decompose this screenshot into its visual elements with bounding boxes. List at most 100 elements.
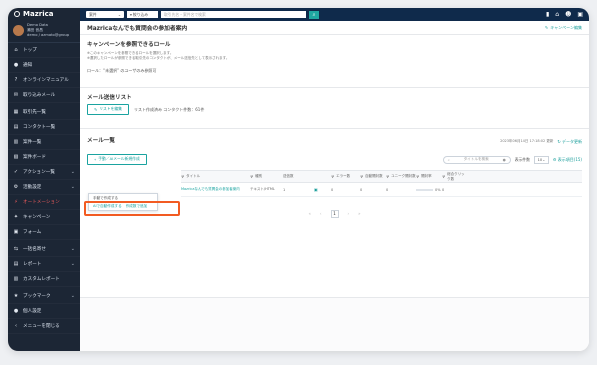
open-rate-bar [416,188,433,191]
sidebar-item-top[interactable]: ⌂ トップ [8,43,80,58]
back-icon: ‹ [15,323,17,329]
per-page-select[interactable]: 10 ⌄ [533,155,549,164]
sidebar-item-custom-report[interactable]: ▥ カスタムレポート [8,272,80,287]
error-count: 0 [331,187,334,192]
send-list-heading: メール送信リスト [87,95,132,101]
avatar [13,25,24,36]
table-row[interactable]: Mazricaなんでも質問会の参加者案内 テキスト/HTML 1 ▣ 0 0 0… [181,183,582,197]
chevron-down-icon: ⌄ [542,157,546,162]
sidebar-item-automation[interactable]: ⚡ オートメーション [8,195,80,210]
sidebar-item-contacts[interactable]: ▤ コンタクト一覧 [8,120,80,135]
scope-select[interactable]: 案件 ⌄ [86,11,124,18]
list-icon: ▥ [13,139,19,145]
edit-campaign-link[interactable]: ✎ キャンペーン編集 [545,25,582,31]
chevron-down-icon: ⌄ [117,12,121,17]
sidebar-item-actions[interactable]: ✓ アクション一覧 ⌄ [8,165,80,180]
merge-icon: ⇆ [13,246,19,252]
search-icon: ⌕ [312,11,316,18]
list-status: リスト作成済み コンタクト件数：61件 [133,106,205,112]
mail-list-heading: メール一覧 [87,138,115,144]
per-page-label: 表示件数 [514,156,530,162]
filter-icon: ⧩ [250,174,254,179]
sidebar: Mazrica Demo Data 瀬田 音昌 demo / azmato@grou… [8,8,80,351]
filter-icon: ⧩ [442,174,446,179]
next-page-button[interactable]: › [348,211,350,216]
main-content: 案件 ⌄ ▾ 絞り込み 取引先名・案件名で検索 ⌕ ▮ ⌂ ☻ ▣ Mazricaなんでも… [80,8,589,351]
person-icon: ● [13,308,19,314]
home-icon: ⌂ [14,47,18,53]
create-mail-button[interactable]: + 手動／AIメール新規作成 [87,154,147,165]
roles-heading: キャンペーンを参照できるロール [87,42,171,48]
contact-icon: ▤ [13,124,19,130]
sidebar-item-activity[interactable]: ⚙ 活動設定 ⌄ [8,180,80,195]
sidebar-item-deals[interactable]: ▥ 案件一覧 [8,135,80,150]
roles-card: キャンペーンを参照できるロール ※このキャンペーンを参照できるロールを選択します… [80,35,589,88]
sidebar-item-form[interactable]: ▣ フォーム [8,225,80,240]
open-rate: 0% [416,188,442,192]
refresh-icon: ↻ [557,138,561,144]
mail-type: テキスト/HTML [250,187,275,191]
board-icon: ▧ [13,154,19,160]
user-profile[interactable]: Demo Data 瀬田 音昌 demo / azmato@group [8,20,80,43]
chart-icon[interactable]: ▮ [546,11,549,18]
form-icon: ▣ [13,229,19,235]
top-bar: 案件 ⌄ ▾ 絞り込み 取引先名・案件名で検索 ⌕ ▮ ⌂ ☻ ▣ [80,8,589,21]
sidebar-item-close-menu[interactable]: ‹ メニューを閉じる [8,319,80,334]
chevron-down-icon: ⌄ [70,246,75,252]
send-list-card: メール送信リスト ✎ リストを編集 リスト作成済み コンタクト件数：61件 [80,88,589,129]
sidebar-item-bookmark[interactable]: ★ ブックマーク ⌄ [8,289,80,304]
header-open-rate: ⧩ 開封率 [416,174,432,179]
sidebar-item-report[interactable]: ▤ レポート ⌄ [8,257,80,272]
pencil-icon: ✎ [94,108,98,112]
sidebar-item-mail[interactable]: ✉ 取り込みメール [8,88,80,103]
updated-timestamp: 2023年06月14日 17:18:02 更新 [500,139,554,143]
filter-icon: ⧩ [331,174,335,179]
filter-icon: ⧩ [386,174,390,179]
star-icon: ★ [13,293,19,299]
calendar-icon[interactable]: ▣ [577,11,583,18]
click-count: 0 [442,187,445,192]
logo[interactable]: Mazrica [8,8,80,20]
pencil-icon: ✎ [544,25,549,30]
header-title: ⧩ タイトル [181,174,201,179]
page-title: Mazricaなんでも質問会の参加者案内 [87,26,188,32]
page-header: Mazricaなんでも質問会の参加者案内 ✎ キャンペーン編集 [80,21,589,35]
sidebar-item-notification[interactable]: ● 通知 [8,58,80,73]
help-icon: ? [14,77,18,83]
filter-icon: ⧩ [181,174,185,179]
logo-text: Mazrica [23,10,54,18]
column-settings-link[interactable]: ⚙ 表示項目(15) [553,157,582,163]
header-clicks: ⧩ 総合クリック数 [442,171,465,181]
clear-icon: ● [502,157,506,162]
refresh-button[interactable]: ↻ データ更新 [557,139,582,145]
search-button[interactable]: ⌕ [309,10,319,19]
sidebar-item-board[interactable]: ▧ 案件ボード [8,150,80,165]
sent-detail-icon[interactable]: ▣ [314,187,331,192]
first-page-button[interactable]: « [308,211,310,216]
mail-icon: ✉ [13,92,19,98]
check-icon: ✓ [13,169,19,175]
home-icon[interactable]: ⌂ [555,11,559,18]
highlight-box [84,201,180,216]
mail-search-input[interactable]: ⌕ タイトルを検索 ● [442,155,511,164]
user-icon[interactable]: ☻ [565,11,571,18]
edit-list-button[interactable]: ✎ リストを編集 [87,104,129,115]
search-icon: ⌕ [447,157,450,162]
sidebar-item-accounts[interactable]: ▦ 取引先一覧 [8,105,80,120]
app-window: Mazrica Demo Data 瀬田 音昌 demo / azmato@grou… [8,8,589,351]
last-page-button[interactable]: » [358,211,360,216]
current-page[interactable]: 1 [330,209,339,218]
top-icons: ▮ ⌂ ☻ ▣ [546,11,583,18]
global-search-input[interactable]: 取引先名・案件名で検索 [161,11,306,18]
header-unique-open: ⧩ ユニーク開封数 [386,174,416,179]
filter-icon: ▾ [130,12,132,17]
prev-page-button[interactable]: ‹ [320,211,322,216]
sidebar-item-campaign[interactable]: ✦ キャンペーン [8,210,80,225]
filter-button[interactable]: ▾ 絞り込み [127,11,158,18]
sidebar-item-merge[interactable]: ⇆ 一括名寄せ ⌄ [8,242,80,257]
chart-icon: ▥ [13,276,19,282]
mail-title-link[interactable]: Mazricaなんでも質問会の参加者案内 [181,187,250,192]
sidebar-item-manual[interactable]: ? オンラインマニュアル [8,73,80,88]
sidebar-item-personal[interactable]: ● 個人設定 [8,304,80,319]
settings-icon: ⚙ [13,184,19,190]
